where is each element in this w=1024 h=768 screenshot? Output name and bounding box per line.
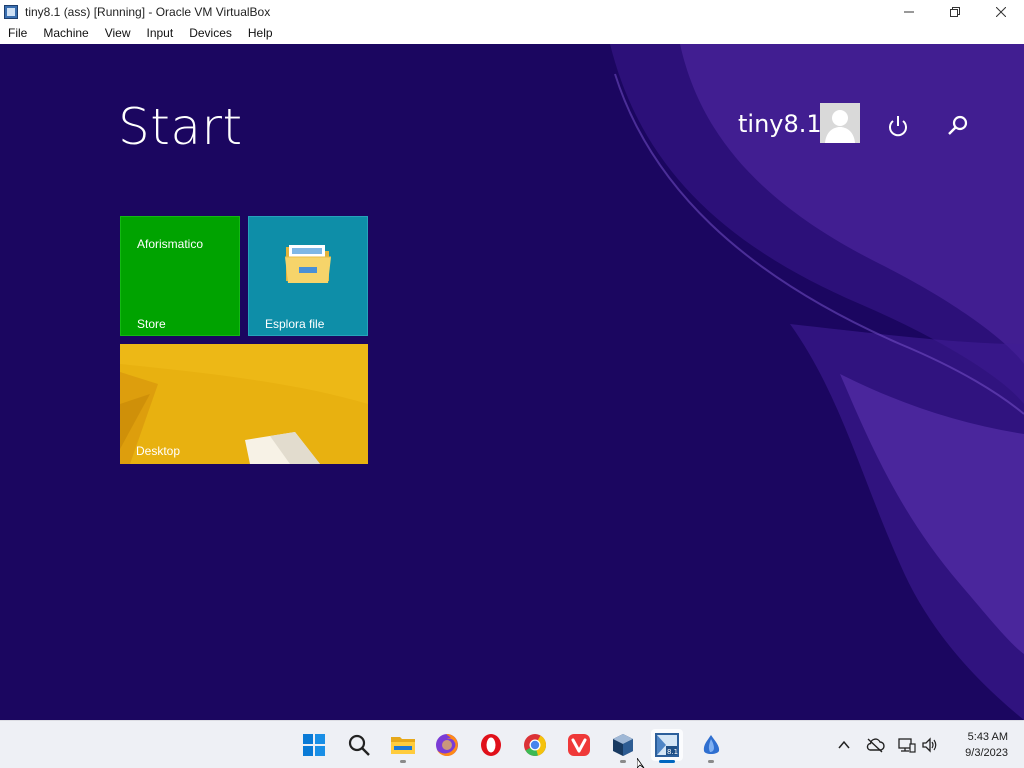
svg-text:8.1: 8.1 xyxy=(667,748,678,756)
taskbar-search-button[interactable] xyxy=(343,729,375,761)
user-name[interactable]: tiny8.1 xyxy=(738,110,822,138)
minimize-icon xyxy=(904,11,914,12)
menu-help[interactable]: Help xyxy=(240,23,281,44)
windows-start-icon xyxy=(303,734,325,756)
tray-overflow-button[interactable] xyxy=(834,735,854,755)
mouse-cursor-icon xyxy=(637,758,645,768)
minimize-button[interactable] xyxy=(886,0,932,23)
tile-store-live-text: Aforismatico xyxy=(137,237,204,251)
virtualbox-icon xyxy=(613,734,633,756)
taskbar-opera[interactable] xyxy=(475,729,507,761)
restore-button[interactable] xyxy=(932,0,978,23)
file-explorer-icon xyxy=(391,737,415,754)
close-button[interactable] xyxy=(978,0,1024,23)
user-avatar[interactable] xyxy=(820,103,860,143)
menu-view[interactable]: View xyxy=(97,23,139,44)
vm-display[interactable]: Start tiny8.1 Aforismatico Store Esplora… xyxy=(0,44,1024,720)
chevron-up-icon xyxy=(838,740,850,749)
tile-desktop-label: Desktop xyxy=(136,444,181,458)
volume-icon xyxy=(922,737,937,753)
firefox-icon xyxy=(436,734,458,756)
tile-desktop[interactable]: Desktop xyxy=(120,344,368,464)
user-avatar-icon xyxy=(820,103,860,143)
tray-volume[interactable] xyxy=(920,735,940,755)
virtualbox-vm-icon xyxy=(3,4,19,20)
tile-file-explorer-label: Esplora file xyxy=(265,317,325,331)
running-indicator xyxy=(708,760,714,763)
search-button[interactable] xyxy=(944,112,972,140)
network-icon xyxy=(898,738,916,753)
power-icon xyxy=(889,116,907,137)
taskbar-misc-app[interactable] xyxy=(695,729,727,763)
clock-time: 5:43 AM xyxy=(967,731,1008,743)
tray-clock[interactable]: 5:43 AM 9/3/2023 xyxy=(965,729,1008,761)
vivaldi-icon xyxy=(568,734,590,756)
search-icon xyxy=(348,734,370,756)
restore-icon xyxy=(950,6,960,17)
misc-app-icon xyxy=(703,735,720,754)
folder-icon xyxy=(285,245,331,283)
close-icon xyxy=(996,6,1006,17)
menu-machine[interactable]: Machine xyxy=(35,23,96,44)
running-indicator xyxy=(620,760,626,763)
tile-store[interactable]: Aforismatico Store xyxy=(120,216,240,336)
menu-file[interactable]: File xyxy=(0,23,35,44)
taskbar-file-explorer[interactable] xyxy=(387,729,419,763)
chrome-icon xyxy=(524,734,546,756)
window-title: tiny8.1 (ass) [Running] - Oracle VM Virt… xyxy=(25,4,271,19)
taskbar-start-button[interactable] xyxy=(298,729,330,761)
power-button[interactable] xyxy=(884,112,912,140)
tile-file-explorer[interactable]: Esplora file xyxy=(248,216,368,336)
taskbar: 8.1 5:43 AM 9/3/2023 xyxy=(0,720,1024,768)
clock-date: 9/3/2023 xyxy=(965,747,1008,759)
taskbar-vivaldi[interactable] xyxy=(563,729,595,761)
cloud-offline-icon xyxy=(866,738,885,753)
menu-input[interactable]: Input xyxy=(139,23,182,44)
taskbar-virtualbox[interactable] xyxy=(607,729,639,763)
tray-onedrive[interactable] xyxy=(865,735,885,755)
taskbar-vm-tiny81[interactable]: 8.1 xyxy=(651,729,683,763)
title-bar: tiny8.1 (ass) [Running] - Oracle VM Virt… xyxy=(0,0,1024,23)
start-title: Start xyxy=(118,98,243,156)
menu-devices[interactable]: Devices xyxy=(181,23,240,44)
search-icon xyxy=(948,115,968,135)
opera-icon xyxy=(481,734,501,756)
vm-tiny81-icon: 8.1 xyxy=(655,733,679,757)
taskbar-chrome[interactable] xyxy=(519,729,551,761)
tray-network[interactable] xyxy=(897,735,917,755)
active-indicator xyxy=(659,760,675,763)
menu-bar: File Machine View Input Devices Help xyxy=(0,23,1024,44)
tile-store-label: Store xyxy=(137,317,166,331)
running-indicator xyxy=(400,760,406,763)
taskbar-firefox[interactable] xyxy=(431,729,463,761)
